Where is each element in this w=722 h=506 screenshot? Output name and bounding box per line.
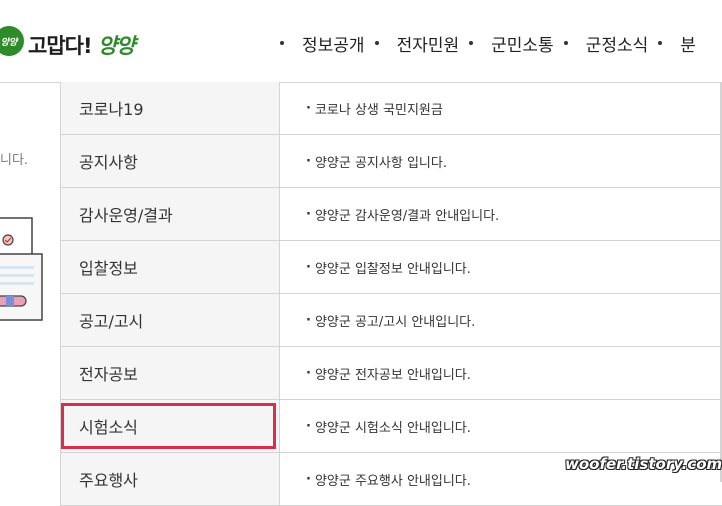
logo-text-accent: 양양 bbox=[97, 34, 136, 58]
board-description: · 양양군 공지사항 입니다. bbox=[280, 135, 722, 187]
bullet-icon: · bbox=[306, 471, 311, 487]
board-name[interactable]: 공고/고시 bbox=[61, 294, 280, 346]
bullet-icon bbox=[563, 41, 568, 45]
board-name[interactable]: 감사운영/결과 bbox=[61, 188, 280, 240]
board-description-text: 코로나 상생 국민지원금 bbox=[314, 102, 443, 118]
bullet-icon: · bbox=[306, 100, 311, 116]
board-description: · 양양군 시험소식 안내입니다. bbox=[280, 400, 722, 452]
table-row[interactable]: 공지사항 · 양양군 공지사항 입니다. bbox=[61, 135, 722, 188]
bullet-icon bbox=[280, 41, 284, 45]
nav-item-info-disclosure[interactable]: 정보공개 bbox=[270, 31, 365, 56]
board-description-text: 양양군 시험소식 안내입니다. bbox=[314, 420, 471, 436]
board-description: · 양양군 감사운영/결과 안내입니다. bbox=[280, 188, 722, 240]
board-name[interactable]: 주요행사 bbox=[61, 453, 280, 505]
nav-item-county-news[interactable]: 군정소식 bbox=[554, 31, 649, 56]
nav-item-label: 군정소식 bbox=[585, 35, 649, 56]
nav-item-label: 군민소통 bbox=[491, 35, 554, 56]
board-name[interactable]: 입찰정보 bbox=[61, 241, 280, 293]
logo-badge-icon[interactable]: 양양 bbox=[0, 26, 24, 56]
table-row[interactable]: 입찰정보 · 양양군 입찰정보 안내입니다. bbox=[61, 241, 722, 294]
bullet-icon bbox=[658, 41, 663, 45]
nav-item-label: 전자민원 bbox=[396, 35, 460, 56]
bullet-icon: · bbox=[306, 418, 311, 434]
nav-item-e-petition[interactable]: 전자민원 bbox=[365, 31, 460, 56]
bullet-icon: · bbox=[306, 259, 311, 275]
board-name[interactable]: 코로나19 bbox=[61, 82, 280, 134]
board-description: · 양양군 전자공보 안내입니다. bbox=[280, 347, 722, 399]
bullet-icon bbox=[469, 41, 474, 45]
board-description-text: 양양군 입찰정보 안내입니다. bbox=[314, 261, 471, 277]
bullet-icon bbox=[374, 41, 379, 45]
board-name[interactable]: 공지사항 bbox=[61, 135, 280, 187]
table-row[interactable]: 전자공보 · 양양군 전자공보 안내입니다. bbox=[61, 347, 722, 400]
site-header: 양양 고맙다! 양양 정보공개 전자민원 군민소통 군정소식 분 bbox=[0, 0, 722, 83]
board-description-text: 양양군 주요행사 안내입니다. bbox=[314, 473, 471, 489]
table-row[interactable]: 코로나19 · 코로나 상생 국민지원금 bbox=[61, 82, 722, 135]
nav-item-label: 분 bbox=[680, 35, 696, 56]
logo-text-main: 고맙다! bbox=[28, 34, 93, 58]
bullet-icon: · bbox=[306, 153, 311, 169]
logo-badge-text: 양양 bbox=[0, 37, 18, 48]
bullet-icon: · bbox=[306, 365, 311, 381]
sidebar-partial-text: 니다. bbox=[0, 153, 29, 168]
nav-item-label: 정보공개 bbox=[302, 35, 365, 56]
board-description: · 코로나 상생 국민지원금 bbox=[280, 82, 722, 134]
bullet-icon: · bbox=[306, 206, 311, 222]
board-list-table: 코로나19 · 코로나 상생 국민지원금 공지사항 · 양양군 공지사항 입니다… bbox=[60, 82, 722, 506]
site-logo[interactable]: 고맙다! 양양 bbox=[28, 30, 135, 60]
bullet-icon: · bbox=[306, 312, 311, 328]
document-illustration-icon bbox=[0, 217, 43, 321]
table-row[interactable]: 공고/고시 · 양양군 공고/고시 안내입니다. bbox=[61, 294, 722, 347]
main-navigation: 정보공개 전자민원 군민소통 군정소식 분 bbox=[270, 30, 696, 56]
table-row[interactable]: 감사운영/결과 · 양양군 감사운영/결과 안내입니다. bbox=[61, 188, 722, 241]
watermark-text: woofer.tistory.com bbox=[565, 455, 722, 473]
board-description-text: 양양군 감사운영/결과 안내입니다. bbox=[314, 208, 500, 224]
board-description-text: 양양군 전자공보 안내입니다. bbox=[314, 367, 471, 383]
board-description: · 양양군 공고/고시 안내입니다. bbox=[280, 294, 722, 346]
table-row[interactable]: 시험소식 · 양양군 시험소식 안내입니다. bbox=[61, 400, 722, 453]
board-description-text: 양양군 공지사항 입니다. bbox=[314, 155, 447, 171]
board-description-text: 양양군 공고/고시 안내입니다. bbox=[314, 314, 476, 330]
board-name[interactable]: 시험소식 bbox=[61, 400, 280, 452]
nav-item-citizen-communication[interactable]: 군민소통 bbox=[459, 31, 554, 56]
board-name[interactable]: 전자공보 bbox=[61, 347, 280, 399]
board-description: · 양양군 입찰정보 안내입니다. bbox=[280, 241, 722, 293]
nav-item-truncated[interactable]: 분 bbox=[648, 31, 696, 56]
